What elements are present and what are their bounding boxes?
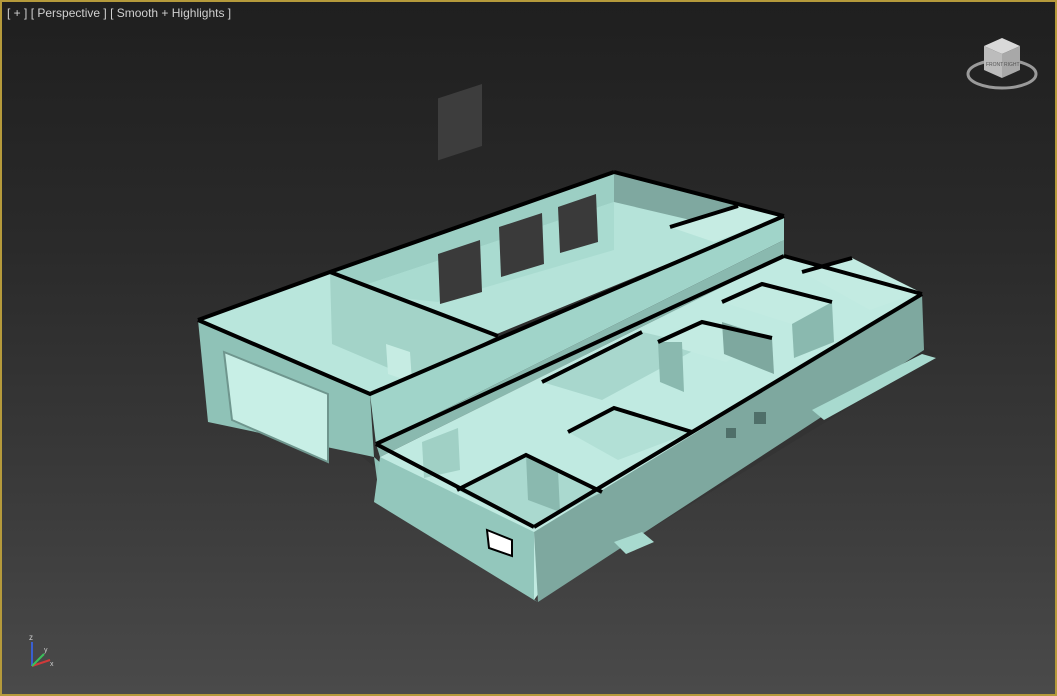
z-axis-label: z (29, 633, 33, 642)
window-1 (438, 84, 482, 161)
viewport-view-menu[interactable]: [ Perspective ] (31, 6, 107, 20)
viewport-shading-menu[interactable]: [ Smooth + Highlights ] (110, 6, 231, 20)
viewport-label: [ + ] [ Perspective ] [ Smooth + Highlig… (7, 6, 231, 20)
perspective-viewport[interactable]: [ + ] [ Perspective ] [ Smooth + Highlig… (0, 0, 1057, 696)
vent-1 (726, 428, 736, 438)
axis-tripod-icon: z x y (29, 633, 54, 668)
viewcube-right-label: RIGHT (1004, 62, 1020, 68)
y-axis-label: y (44, 647, 48, 654)
building-model-scene[interactable] (2, 2, 1055, 694)
viewcube-widget[interactable]: FRONT RIGHT (964, 36, 1040, 96)
vent-2 (754, 412, 766, 424)
viewport-menu-plus[interactable]: [ + ] (7, 6, 27, 20)
x-axis-label: x (50, 661, 54, 668)
viewcube-front-label: FRONT (986, 62, 1003, 68)
